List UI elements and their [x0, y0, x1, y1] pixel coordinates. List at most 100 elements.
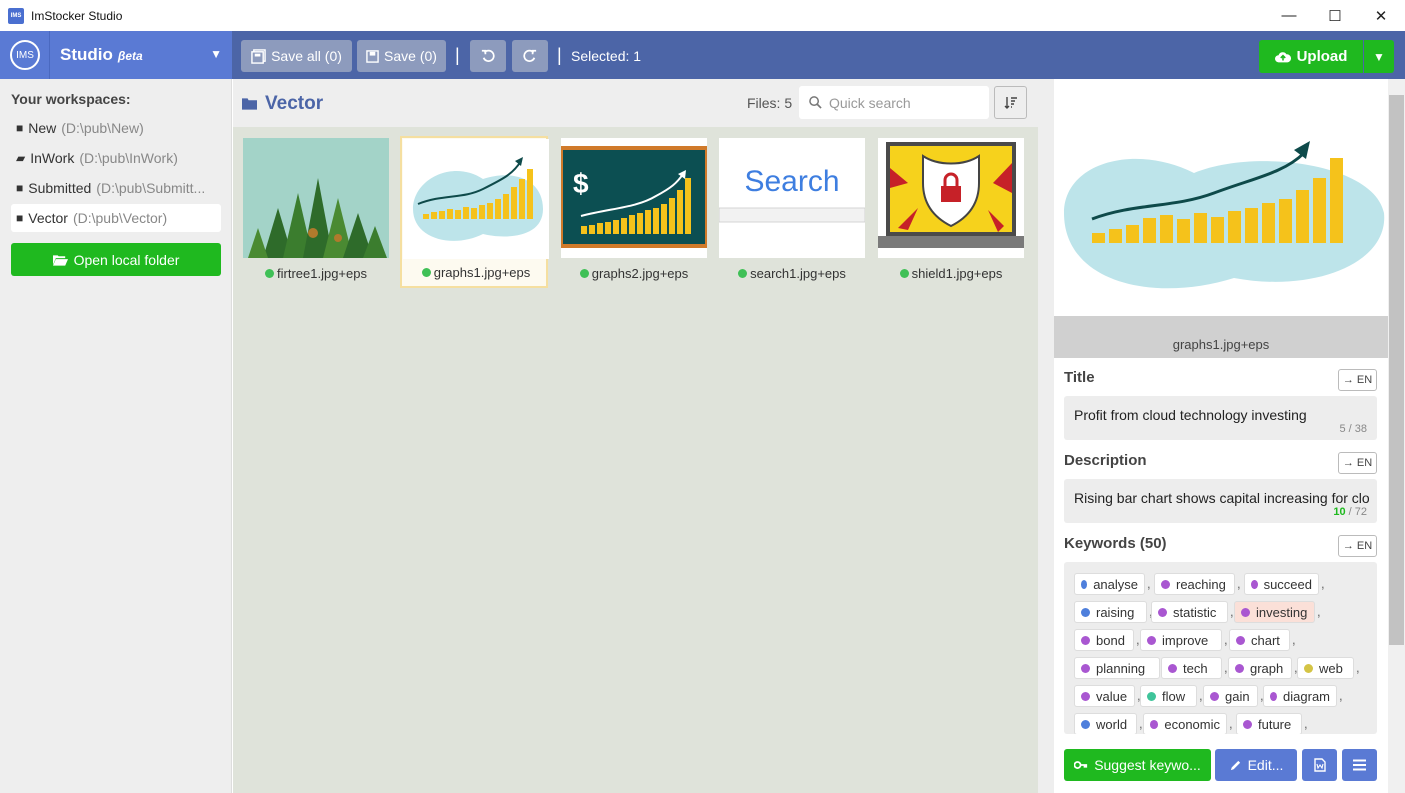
keyword-dot [1210, 691, 1219, 701]
workspace-item-vector[interactable]: ■ Vector (D:\pub\Vector) [11, 204, 221, 232]
translate-description-button[interactable]: → EN [1338, 452, 1377, 474]
keyword-dot [1161, 579, 1170, 589]
file-thumbnail[interactable]: $ graphs2.jpg+eps [560, 138, 708, 290]
keyword-chip[interactable]: flow [1140, 685, 1197, 707]
workspace-path: (D:\pub\Vector) [72, 210, 168, 226]
folder-icon: ■ [16, 181, 24, 195]
workspace-item-new[interactable]: ■ New (D:\pub\New) [11, 114, 221, 142]
translate-title-button[interactable]: → EN [1338, 369, 1377, 391]
redo-icon [523, 49, 537, 62]
save-icon [366, 49, 379, 63]
keyword-chip[interactable]: improve [1140, 629, 1222, 651]
keyword-text: chart [1251, 632, 1280, 648]
search-input[interactable]: Quick search [799, 86, 989, 119]
keyword-dot [1243, 719, 1252, 729]
suggest-keywords-button[interactable]: Suggest keywo... [1064, 749, 1211, 781]
keyword-chip[interactable]: economic [1143, 713, 1227, 734]
file-thumbnail-selected[interactable]: graphs1.jpg+eps [400, 136, 549, 288]
workspace-name: InWork [30, 150, 75, 166]
description-count: 10 / 72 [1333, 506, 1367, 518]
title-section: Title → EN [1064, 369, 1377, 393]
keyword-dot [1304, 663, 1313, 673]
search-placeholder: Quick search [829, 94, 911, 111]
keyword-dot [1081, 607, 1090, 617]
word-export-button[interactable] [1302, 749, 1337, 781]
keyword-chip[interactable]: bond [1074, 629, 1134, 651]
chevron-down-icon[interactable]: ▼ [210, 47, 222, 61]
window-titlebar: IMS ImStocker Studio — ☐ ✕ [0, 0, 1405, 31]
upload-dropdown-button[interactable]: ▼ [1364, 40, 1394, 73]
studio-selector[interactable]: IMS Studio βeta ▼ [0, 31, 232, 79]
title-field[interactable]: Profit from cloud technology investing 5… [1064, 396, 1377, 440]
app-icon: IMS [8, 7, 24, 24]
minimize-icon[interactable]: — [1266, 0, 1312, 31]
keyword-text: succeed [1263, 576, 1312, 592]
keyword-text: gain [1225, 688, 1250, 704]
keyword-text: flow [1162, 688, 1186, 704]
maximize-icon[interactable]: ☐ [1312, 0, 1358, 31]
keyword-dot [1081, 719, 1090, 729]
keyword-chip[interactable]: analyse [1074, 573, 1145, 595]
dollar-sign: $ [573, 168, 589, 199]
description-label: Description [1064, 452, 1147, 469]
status-dot [738, 269, 748, 278]
panel-gutter [1038, 79, 1054, 793]
keyword-chip[interactable]: gain [1203, 685, 1258, 707]
keyword-chip[interactable]: web [1297, 657, 1354, 679]
keyword-chip[interactable]: raising [1074, 601, 1147, 623]
keyword-chip[interactable]: tech [1161, 657, 1222, 679]
keyword-chip[interactable]: future [1236, 713, 1302, 734]
file-thumbnail[interactable]: shield1.jpg+eps [877, 138, 1025, 290]
file-caption: search1.jpg+eps [718, 266, 866, 281]
keyword-separator: , [1229, 716, 1233, 731]
keyword-chip[interactable]: chart [1229, 629, 1290, 651]
translate-keywords-button[interactable]: → EN [1338, 535, 1377, 557]
undo-button[interactable] [470, 40, 506, 72]
file-caption: firtree1.jpg+eps [242, 266, 390, 281]
file-caption: graphs2.jpg+eps [560, 266, 708, 281]
save-button[interactable]: Save (0) [357, 40, 446, 72]
keyword-chip[interactable]: value [1074, 685, 1135, 707]
workspace-item-inwork[interactable]: ▰ InWork (D:\pub\InWork) [11, 144, 221, 172]
redo-button[interactable] [512, 40, 548, 72]
workspace-name: New [28, 120, 57, 136]
description-field[interactable]: Rising bar chart shows capital increasin… [1064, 479, 1377, 523]
title-value: Profit from cloud technology investing [1074, 407, 1307, 423]
scrollbar-thumb[interactable] [1389, 95, 1404, 645]
files-count: Files: 5 [747, 95, 793, 111]
keyword-text: investing [1256, 604, 1308, 620]
menu-button[interactable] [1342, 749, 1377, 781]
keyword-dot [1081, 691, 1090, 701]
toolbar-separator: | [557, 45, 562, 65]
keyword-chip[interactable]: investing [1234, 601, 1315, 623]
edit-button[interactable]: Edit... [1215, 749, 1297, 781]
keyword-chip[interactable]: planning [1074, 657, 1160, 679]
keyword-chip[interactable]: diagram [1263, 685, 1337, 707]
keyword-chip[interactable]: graph [1228, 657, 1292, 679]
save-label: Save (0) [384, 48, 437, 64]
close-icon[interactable]: ✕ [1358, 0, 1404, 31]
open-local-folder-button[interactable]: Open local folder [11, 243, 221, 276]
upload-button[interactable]: Upload [1259, 40, 1363, 73]
window-title: ImStocker Studio [31, 8, 123, 23]
keywords-list: analyse, reaching, succeed, raising, statist… [1064, 562, 1377, 734]
upload-label: Upload [1296, 48, 1348, 65]
keyword-text: improve [1162, 632, 1209, 648]
description-section: Description → EN [1064, 452, 1377, 476]
keyword-chip[interactable]: reaching [1154, 573, 1235, 595]
workspace-item-submitted[interactable]: ■ Submitted (D:\pub\Submitt... [11, 174, 221, 202]
file-thumbnail[interactable]: firtree1.jpg+eps [242, 138, 390, 290]
keyword-chip[interactable]: statistic [1151, 601, 1228, 623]
search-word: Search [744, 165, 839, 198]
sort-button[interactable] [994, 86, 1027, 119]
pencil-icon [1230, 760, 1240, 770]
keyword-chip[interactable]: world [1074, 713, 1137, 734]
graphs2-image: $ [561, 138, 707, 258]
save-all-button[interactable]: Save all (0) [241, 40, 352, 72]
keyword-dot [1150, 719, 1159, 729]
keyword-chip[interactable]: succeed [1244, 573, 1319, 595]
title-count: 5 / 38 [1339, 423, 1367, 435]
search-image: Search [719, 138, 865, 258]
status-dot [899, 269, 909, 278]
file-thumbnail[interactable]: Search search1.jpg+eps [718, 138, 866, 290]
